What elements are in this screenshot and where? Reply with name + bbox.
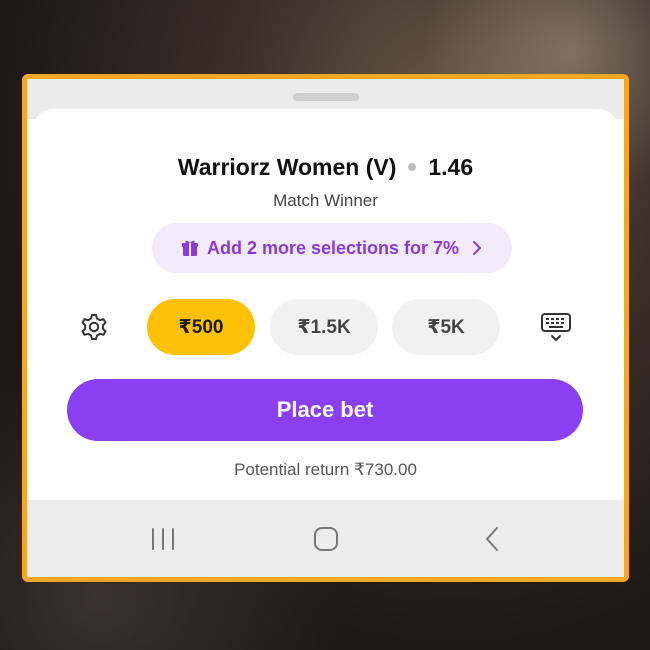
selection-name: Warriorz Women (V) [177, 153, 397, 180]
back-icon[interactable] [477, 524, 507, 554]
stake-chip-1-5k[interactable]: ₹1.5K [270, 299, 378, 355]
market-name: Match Winner [273, 191, 378, 210]
bet-slip-sheet: Warriorz Women (V) 1.46 Match Winner Add… [33, 109, 618, 509]
place-bet-button[interactable]: Place bet [67, 379, 583, 441]
gear-icon[interactable] [79, 312, 109, 342]
stake-row: ₹500 ₹1.5K ₹5K [33, 299, 618, 355]
home-icon[interactable] [311, 524, 341, 554]
recents-icon[interactable] [148, 524, 178, 554]
selection-odds: 1.46 [428, 153, 474, 180]
stake-chip-500[interactable]: ₹500 [147, 299, 255, 355]
promo-banner[interactable]: Add 2 more selections for 7% [152, 223, 512, 273]
gift-icon [181, 240, 198, 256]
selection-title: Warriorz Women (V) 1.46 [33, 151, 618, 183]
drag-handle[interactable] [293, 93, 359, 101]
potential-return: Potential return ₹730.00 [234, 460, 417, 479]
stake-chip-5k[interactable]: ₹5K [392, 299, 500, 355]
chevron-right-icon [473, 241, 482, 255]
separator-dot [408, 163, 417, 171]
bet-slip-frame: Warriorz Women (V) 1.46 Match Winner Add… [22, 74, 629, 582]
promo-text: Add 2 more selections for 7% [206, 237, 460, 258]
keyboard-icon[interactable] [539, 311, 573, 343]
system-nav-bar [27, 500, 624, 577]
